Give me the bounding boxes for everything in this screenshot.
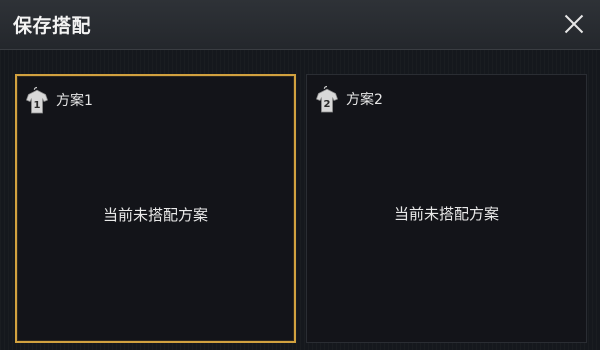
plan-name: 方案2: [346, 92, 383, 108]
close-icon[interactable]: [560, 10, 588, 38]
dialog-header: 保存搭配: [0, 0, 600, 50]
shirt-hanger-icon: 2: [315, 85, 339, 113]
dialog-title: 保存搭配: [13, 15, 92, 37]
empty-plan-text: 当前未搭配方案: [393, 205, 499, 223]
shirt-number: 1: [34, 100, 41, 111]
plan-name: 方案1: [56, 93, 93, 109]
save-outfit-dialog: 保存搭配 1 方案1 当前未搭配方案 2 方案2 当前未搭配方案: [0, 0, 600, 350]
plan-card-header: 2 方案2: [315, 85, 383, 113]
plan-card-header: 1 方案1: [25, 86, 93, 114]
shirt-hanger-icon: 1: [25, 86, 49, 114]
shirt-number: 2: [324, 99, 331, 110]
plan-card-2[interactable]: 2 方案2 当前未搭配方案: [306, 74, 587, 343]
plan-card-1[interactable]: 1 方案1 当前未搭配方案: [15, 74, 296, 343]
empty-plan-text: 当前未搭配方案: [102, 206, 208, 224]
